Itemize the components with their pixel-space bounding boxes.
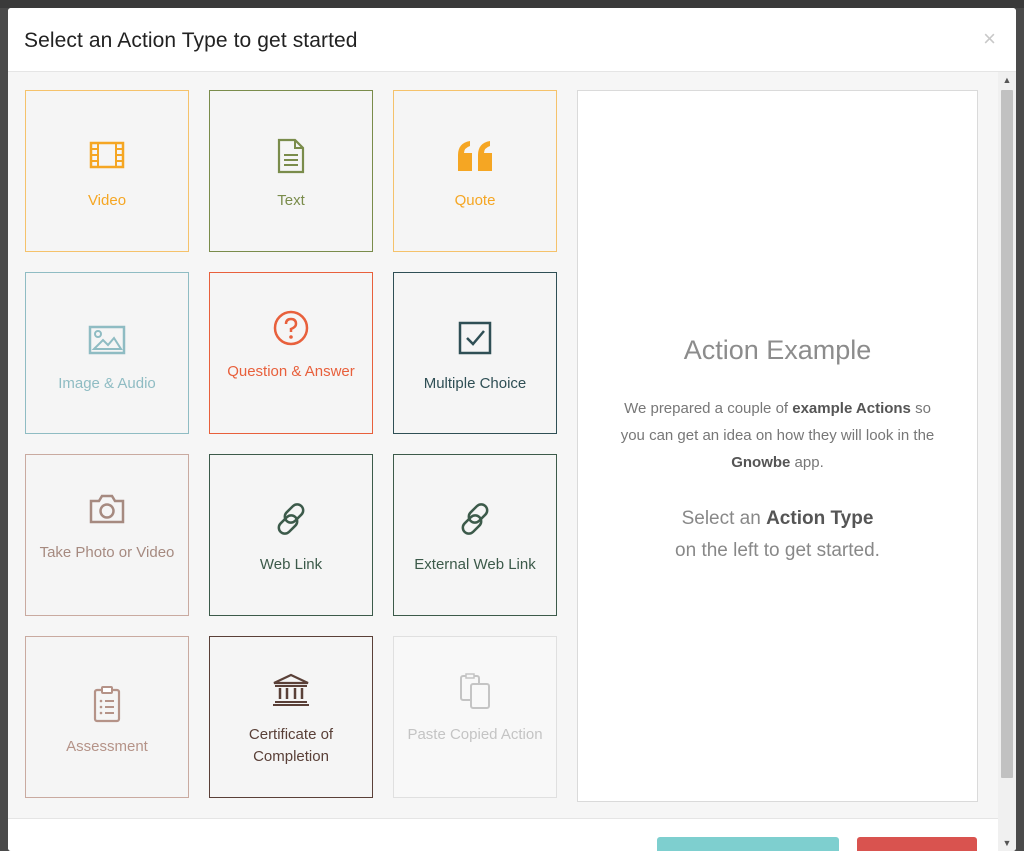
action-type-multiple-choice[interactable]: Multiple Choice — [393, 272, 557, 434]
action-type-video[interactable]: Video — [25, 90, 189, 252]
action-type-label: Paste Copied Action — [407, 726, 543, 743]
action-type-question-answer[interactable]: Question & Answer — [209, 272, 373, 434]
action-type-label: Take Photo or Video — [39, 544, 175, 561]
preview-cta-text: on the left to get started. — [675, 540, 880, 561]
danger-footer-button[interactable] — [857, 837, 977, 851]
action-type-label: Web Link — [259, 556, 323, 573]
action-type-certificate[interactable]: Certificate of Completion — [209, 636, 373, 798]
action-type-take-photo-video[interactable]: Take Photo or Video — [25, 454, 189, 616]
action-type-label: Image & Audio — [58, 375, 156, 392]
film-icon — [26, 141, 188, 169]
action-type-label: External Web Link — [414, 556, 536, 573]
modal-body: Video Text Quote Image & Audio Question … — [8, 72, 998, 818]
scrollbar-thumb[interactable] — [1001, 90, 1013, 778]
primary-footer-button[interactable] — [657, 837, 839, 851]
quote-icon — [394, 139, 556, 173]
clipboard-icon — [26, 685, 188, 723]
action-type-assessment[interactable]: Assessment — [25, 636, 189, 798]
action-type-label: Text — [277, 192, 305, 209]
preview-desc-bold: example Actions — [792, 400, 911, 417]
checkbox-icon — [394, 321, 556, 355]
action-type-label: Question & Answer — [227, 363, 355, 380]
select-action-type-modal: Select an Action Type to get started × V… — [8, 8, 1016, 851]
action-type-label: Video — [87, 192, 127, 209]
preview-title: Action Example — [683, 335, 872, 365]
action-type-image-audio[interactable]: Image & Audio — [25, 272, 189, 434]
backdrop — [0, 0, 1024, 8]
preview-desc-brand: Gnowbe — [731, 454, 791, 471]
action-type-external-web-link[interactable]: External Web Link — [393, 454, 557, 616]
action-type-paste-copied[interactable]: Paste Copied Action — [393, 636, 557, 798]
modal-header: Select an Action Type to get started × — [8, 8, 1016, 72]
document-icon — [210, 138, 372, 174]
action-type-text[interactable]: Text — [209, 90, 373, 252]
preview-description: We prepared a couple of example Actions … — [618, 395, 937, 476]
action-type-label: Assessment — [66, 738, 148, 755]
modal-title: Select an Action Type to get started — [24, 29, 358, 52]
preview-cta-text: Select an — [681, 508, 767, 529]
preview-cta-bold: Action Type — [766, 508, 874, 529]
action-type-label: Certificate of Completion — [248, 726, 334, 765]
action-type-label: Multiple Choice — [423, 375, 527, 392]
institution-icon — [210, 673, 372, 707]
question-circle-icon — [210, 310, 372, 346]
scrollbar[interactable]: ▲ ▼ — [998, 72, 1016, 851]
preview-instruction: Select an Action Type on the left to get … — [578, 503, 977, 567]
action-type-label: Quote — [454, 192, 496, 209]
link-icon — [394, 501, 556, 537]
clipboard-copy-icon — [394, 673, 556, 711]
link-icon — [210, 501, 372, 537]
close-button[interactable]: × — [983, 27, 996, 51]
preview-desc-text: app. — [790, 454, 824, 471]
modal-footer — [8, 818, 998, 851]
scroll-down-arrow-icon[interactable]: ▼ — [998, 835, 1016, 851]
scroll-up-arrow-icon[interactable]: ▲ — [998, 72, 1016, 88]
camera-icon — [26, 493, 188, 525]
image-icon — [26, 325, 188, 355]
action-type-web-link[interactable]: Web Link — [209, 454, 373, 616]
preview-desc-text: We prepared a couple of — [624, 400, 793, 417]
action-example-panel: Action Example We prepared a couple of e… — [577, 90, 978, 802]
action-type-quote[interactable]: Quote — [393, 90, 557, 252]
